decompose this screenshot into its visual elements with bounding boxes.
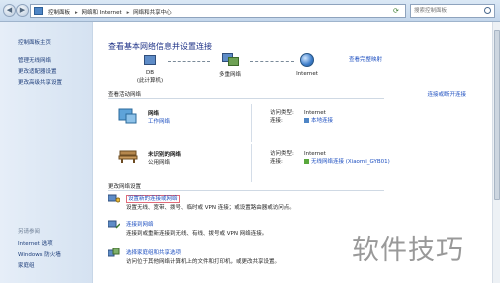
access-type-label: 访问类型: (270, 151, 294, 157)
homegroup-icon (108, 248, 120, 257)
divider (108, 190, 384, 191)
homegroup-link[interactable]: 选择家庭组和共享选项 (126, 248, 181, 256)
crumb-network-internet[interactable]: 网络和 Internet (82, 10, 122, 16)
sidebar-item-homegroup[interactable]: 家庭组 (18, 261, 35, 269)
full-map-link[interactable]: 查看完整映射 (349, 55, 382, 63)
ethernet-icon (304, 118, 309, 123)
connect-disconnect-link[interactable]: 连接或断开连接 (427, 90, 466, 98)
connection-line (250, 61, 294, 62)
task-description: 访问位于其他网络计算机上的文件和打印机，或更改共享设置。 (126, 259, 281, 265)
vertical-scrollbar[interactable] (492, 22, 500, 283)
page-title: 查看基本网络信息并设置连接 (108, 42, 212, 51)
refresh-icon[interactable]: ⟳ (393, 7, 402, 16)
network-type: 公用网络 (148, 160, 171, 166)
work-network-icon (118, 108, 137, 124)
globe-icon (300, 53, 314, 67)
change-settings-heading: 更改网络设置 (108, 184, 142, 190)
sidebar-item-windows-firewall[interactable]: Windows 防火墙 (18, 250, 61, 258)
see-also-heading: 另请参阅 (18, 229, 41, 235)
back-button[interactable]: ◀ (3, 4, 16, 17)
divider (251, 104, 252, 142)
connect-network-link[interactable]: 连接到网络 (126, 220, 154, 228)
crumb-network-sharing-center[interactable]: 网络和共享中心 (133, 10, 172, 16)
sidebar-item-manage-wireless[interactable]: 管理无线网络 (18, 56, 51, 64)
crumb-control-panel[interactable]: 控制面板 (48, 10, 70, 16)
connection-label: 连接: (270, 118, 283, 124)
node-sublabel: (此计算机) (136, 78, 164, 84)
connection-row: 连接: 无线网络连接 (Xiaomi_GYB01) (270, 157, 390, 165)
connection-row: 连接: 本地连接 (270, 116, 333, 124)
address-bar: ◀ ▶ 控制面板 ▸ 网络和 Internet ▸ 网络和共享中心 ⟳ (0, 0, 500, 22)
access-type-row: 访问类型: Internet (270, 149, 326, 157)
setup-connection-label[interactable]: 设置新的连接或网络 (126, 195, 180, 203)
node-label: Internet (296, 71, 318, 77)
crumb-separator: ▸ (126, 10, 130, 16)
connect-network-icon (108, 220, 120, 229)
access-type-row: 访问类型: Internet (270, 108, 326, 116)
sidebar-item-control-panel-home[interactable]: 控制面板主页 (18, 38, 51, 46)
new-connection-icon (108, 194, 120, 203)
public-network-bench-icon (118, 150, 138, 163)
connection-line (168, 61, 210, 62)
wireless-connection-link[interactable]: 无线网络连接 (Xiaomi_GYB01) (311, 159, 390, 165)
network-name: 网络 (148, 111, 160, 117)
network-entry-work: 网络 工作网络 访问类型: Internet 连接: 本地连接 (108, 104, 370, 142)
search-box[interactable] (410, 4, 495, 18)
forward-button[interactable]: ▶ (16, 4, 29, 17)
sidebar: 控制面板主页 管理无线网络 更改适配器设置 更改高级共享设置 另请参阅 Inte… (0, 22, 93, 283)
setup-connection-link[interactable]: 设置新的连接或网络 (126, 194, 180, 203)
divider (251, 144, 252, 182)
divider (108, 98, 384, 99)
sidebar-item-adapter-settings[interactable]: 更改适配器设置 (18, 67, 57, 75)
connection-label: 连接: (270, 159, 283, 165)
node-internet: Internet (292, 53, 322, 77)
sidebar-item-internet-options[interactable]: Internet 选项 (18, 239, 53, 247)
control-panel-icon (34, 7, 43, 15)
network-entry-public: 未识别的网络 公用网络 访问类型: Internet 连接: 无线网络连接 (Xia… (108, 144, 390, 182)
task-description: 连接到或重新连接到无线、有线、拨号或 VPN 网络连接。 (126, 231, 268, 237)
search-input[interactable] (411, 5, 481, 17)
node-label: 多重网络 (218, 72, 241, 78)
active-networks-heading: 查看活动网络 (108, 92, 142, 98)
search-icon[interactable] (484, 7, 491, 14)
scrollbar-thumb[interactable] (494, 30, 500, 200)
network-type-link[interactable]: 工作网络 (148, 117, 170, 125)
task-description: 设置无线、宽带、拨号、临时或 VPN 连接；或设置路由器或访问点。 (126, 205, 295, 211)
node-multiple-networks: 多重网络 (210, 53, 250, 78)
breadcrumb[interactable]: 控制面板 ▸ 网络和 Internet ▸ 网络和共享中心 ⟳ (30, 4, 406, 18)
access-type-label: 访问类型: (270, 110, 294, 116)
multiple-networks-icon (222, 53, 239, 66)
computer-icon (144, 55, 156, 65)
node-this-computer: DB (此计算机) (132, 55, 168, 84)
crumb-separator: ▸ (75, 10, 78, 16)
watermark-text: 软件技巧 (352, 235, 464, 266)
local-connection-link[interactable]: 本地连接 (311, 118, 333, 124)
sidebar-item-advanced-sharing[interactable]: 更改高级共享设置 (18, 78, 62, 86)
wifi-signal-icon (304, 159, 309, 164)
network-name: 未识别的网络 (148, 152, 182, 158)
